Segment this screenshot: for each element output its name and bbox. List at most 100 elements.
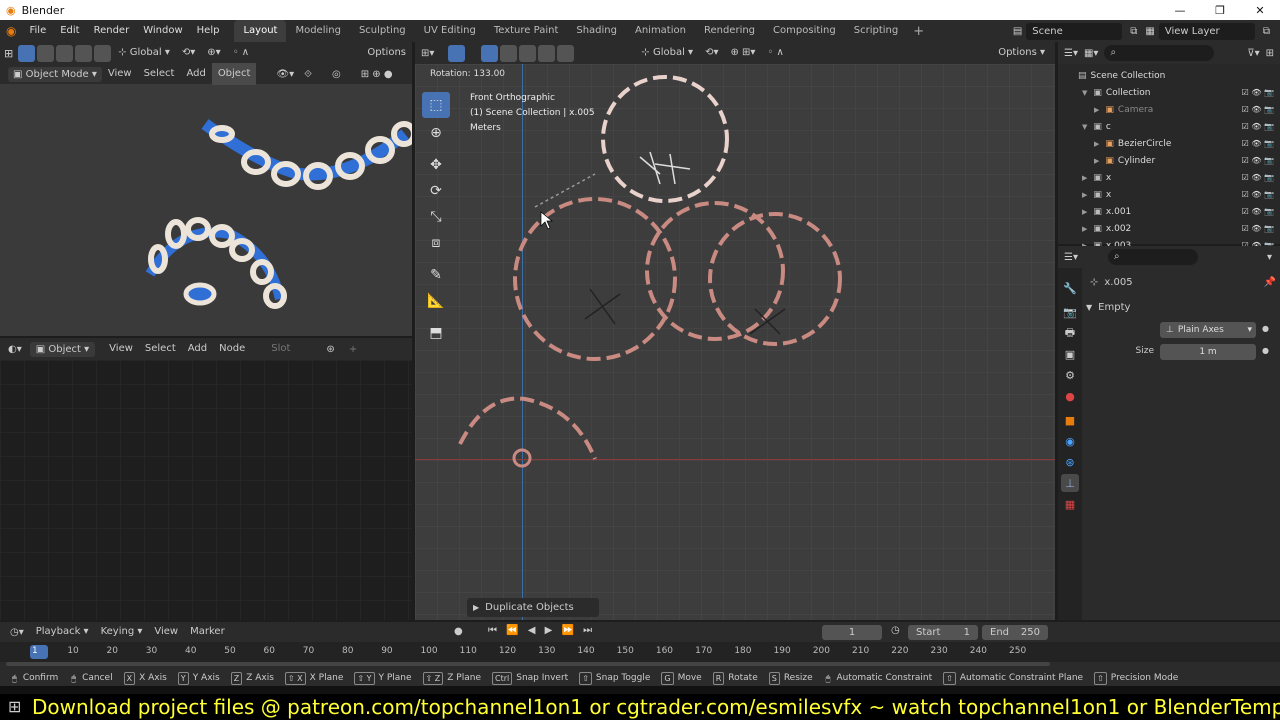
- main-select-invert-icon[interactable]: [538, 44, 556, 62]
- left-orientation-dropdown[interactable]: ⊹ Global ▾: [112, 42, 176, 64]
- left-pivot-icon[interactable]: ⟲▾: [176, 42, 201, 64]
- left-menu-select[interactable]: Select: [138, 63, 181, 85]
- visibility-toggles-icon[interactable]: ☑ 👁 📷: [1242, 173, 1274, 182]
- blender-menu-icon[interactable]: ◉: [6, 24, 16, 38]
- main-orientation-dropdown[interactable]: ⊹ Global ▾: [635, 42, 699, 64]
- timeline-menu-keying[interactable]: Keying ▾: [95, 621, 149, 643]
- select-mode-2-icon[interactable]: [56, 44, 74, 62]
- main-viewport[interactable]: ⊞▾ ⊹ Global ▾ ⟲▾ ⊕ ⊞▾ ◦ ∧ Options ▾ Rota…: [415, 42, 1055, 620]
- scene-copy-icon[interactable]: ⧉: [1130, 26, 1137, 37]
- node-canvas[interactable]: [0, 360, 412, 620]
- outliner-new-collection-icon[interactable]: ⊞: [1266, 48, 1274, 59]
- shader-menu-view[interactable]: View: [103, 338, 139, 360]
- minimize-button[interactable]: —: [1160, 4, 1200, 17]
- visibility-toggles-icon[interactable]: ☑ 👁 📷: [1242, 156, 1274, 165]
- visibility-toggles-icon[interactable]: ☑ 👁 📷: [1242, 122, 1274, 131]
- shader-menu-add[interactable]: Add: [182, 338, 213, 360]
- object-name[interactable]: x.005: [1104, 277, 1132, 288]
- properties-editor-icon[interactable]: ☰▾: [1064, 252, 1078, 263]
- physics-tab-icon[interactable]: ◉: [1061, 432, 1079, 450]
- end-field[interactable]: End 250: [982, 625, 1048, 640]
- outliner-item[interactable]: ▼ ▣ Collection ☑ 👁 📷: [1058, 84, 1280, 101]
- display-as-dropdown[interactable]: ⊥ Plain Axes ▾: [1160, 322, 1256, 338]
- constraints-tab-icon[interactable]: ⊛: [1061, 453, 1079, 471]
- outliner-item[interactable]: ▶ ▣ BezierCircle ☑ 👁 📷: [1058, 135, 1280, 152]
- data-tab-icon[interactable]: ⊥: [1061, 474, 1079, 492]
- select-box-icon[interactable]: [18, 44, 36, 62]
- current-frame-field[interactable]: 1: [822, 625, 882, 640]
- tab-layout[interactable]: Layout: [234, 20, 287, 42]
- expand-arrow-icon[interactable]: ▶: [1094, 106, 1099, 114]
- size-keyframe-icon[interactable]: ●: [1262, 346, 1269, 355]
- tool-tab-icon[interactable]: 🔧: [1061, 279, 1079, 297]
- shader-editor-type-icon[interactable]: ◐▾: [8, 344, 22, 355]
- expand-arrow-icon[interactable]: ▶: [1082, 225, 1087, 233]
- outliner[interactable]: ☰▾ ▦▾ ⌕ ⊽▾ ⊞ ▤ Scene Collection ▼ ▣ Collec…: [1058, 42, 1280, 251]
- left-overlay-icon[interactable]: ◎: [332, 69, 341, 80]
- view-layer-copy-icon[interactable]: ⧉: [1263, 26, 1270, 37]
- close-button[interactable]: ✕: [1240, 4, 1280, 17]
- scene-field[interactable]: Scene: [1026, 22, 1123, 40]
- outliner-item[interactable]: ▼ ▣ c ☑ 👁 📷: [1058, 118, 1280, 135]
- view-layer-tab-icon[interactable]: ▣: [1061, 345, 1079, 363]
- tab-animation[interactable]: Animation: [626, 20, 695, 42]
- visibility-toggles-icon[interactable]: ☑ 👁 📷: [1242, 224, 1274, 233]
- size-field[interactable]: 1 m: [1160, 344, 1256, 360]
- visibility-toggles-icon[interactable]: ☑ 👁 📷: [1242, 105, 1274, 114]
- main-options-button[interactable]: Options ▾: [992, 42, 1051, 64]
- visibility-toggles-icon[interactable]: ☑ 👁 📷: [1242, 190, 1274, 199]
- outliner-scene-collection[interactable]: ▤ Scene Collection: [1058, 67, 1280, 84]
- scene-tab-icon[interactable]: ⚙: [1061, 366, 1079, 384]
- display-as-keyframe-icon[interactable]: ●: [1262, 324, 1269, 333]
- outliner-item[interactable]: ▶ ▣ x.001 ☑ 👁 📷: [1058, 203, 1280, 220]
- mode-dropdown[interactable]: ▣ Object Mode ▾: [8, 66, 102, 82]
- tab-scripting[interactable]: Scripting: [845, 20, 907, 42]
- expand-arrow-icon[interactable]: ▼: [1082, 123, 1087, 131]
- last-operator-panel[interactable]: ▶ Duplicate Objects: [467, 598, 599, 617]
- outliner-item[interactable]: ▶ ▣ x ☑ 👁 📷: [1058, 186, 1280, 203]
- properties-editor[interactable]: ☰▾ ⌕ ▾ 🔧 📷 🖶 ▣ ⚙ ● ■ ◉ ⊛ ⊥ ▦ ⊹ x.005 📌 ▼…: [1058, 246, 1280, 620]
- outliner-item[interactable]: ▶ ▣ x.002 ☑ 👁 📷: [1058, 220, 1280, 237]
- outliner-item[interactable]: ▶ ▣ x ☑ 👁 📷: [1058, 169, 1280, 186]
- expand-arrow-icon[interactable]: ▶: [1082, 191, 1087, 199]
- left-snap-icon[interactable]: ⊕▾: [201, 42, 226, 64]
- add-workspace-icon[interactable]: +: [913, 24, 924, 39]
- left-proportional-icon[interactable]: ◦ ∧: [227, 42, 255, 64]
- shader-slot-dropdown[interactable]: Slot: [265, 338, 296, 360]
- timeline-menu-playback[interactable]: Playback ▾: [30, 621, 95, 643]
- view-layer-field[interactable]: View Layer: [1158, 22, 1255, 40]
- left-options-button[interactable]: Options: [361, 42, 412, 64]
- main-tweak-icon[interactable]: [448, 44, 466, 62]
- timeline-menu-view[interactable]: View: [148, 621, 184, 643]
- timeline-editor-icon[interactable]: ◷▾: [10, 627, 24, 638]
- visibility-toggles-icon[interactable]: ☑ 👁 📷: [1242, 207, 1274, 216]
- outliner-display-icon[interactable]: ▦▾: [1084, 48, 1098, 59]
- pin-icon[interactable]: 📌: [1264, 277, 1276, 288]
- tab-modeling[interactable]: Modeling: [286, 20, 350, 42]
- menu-help[interactable]: Help: [190, 20, 227, 42]
- shader-material-icon[interactable]: ⊛: [326, 344, 334, 355]
- shader-menu-select[interactable]: Select: [139, 338, 182, 360]
- properties-options-icon[interactable]: ▾: [1267, 252, 1272, 263]
- tab-shading[interactable]: Shading: [567, 20, 626, 42]
- shader-menu-node[interactable]: Node: [213, 338, 251, 360]
- select-mode-4-icon[interactable]: [94, 44, 112, 62]
- menu-render[interactable]: Render: [87, 20, 137, 42]
- output-tab-icon[interactable]: 🖶: [1061, 324, 1079, 342]
- maximize-button[interactable]: ❐: [1200, 4, 1240, 17]
- shader-editor[interactable]: ◐▾ ▣ Object ▾ View Select Add Node Slot …: [0, 338, 412, 620]
- main-snap-icon[interactable]: ⊕ ⊞▾: [724, 42, 761, 64]
- visibility-toggles-icon[interactable]: ☑ 👁 📷: [1242, 88, 1274, 97]
- main-select-subtract-icon[interactable]: [519, 44, 537, 62]
- menu-edit[interactable]: Edit: [53, 20, 86, 42]
- object-tab-icon[interactable]: ■: [1061, 411, 1079, 429]
- render-tab-icon[interactable]: 📷: [1061, 303, 1079, 321]
- main-select-extend-icon[interactable]: [500, 44, 518, 62]
- menu-window[interactable]: Window: [136, 20, 189, 42]
- playback-controls[interactable]: ⏮ ⏪ ◀ ▶ ⏩ ⏭: [488, 625, 595, 636]
- left-gizmo-icon[interactable]: ⟐: [304, 69, 312, 80]
- main-select-intersect-icon[interactable]: [557, 44, 575, 62]
- timeline-menu-marker[interactable]: Marker: [184, 621, 231, 643]
- windows-start-icon[interactable]: ⊞: [8, 694, 21, 720]
- shader-new-icon[interactable]: +: [349, 344, 357, 355]
